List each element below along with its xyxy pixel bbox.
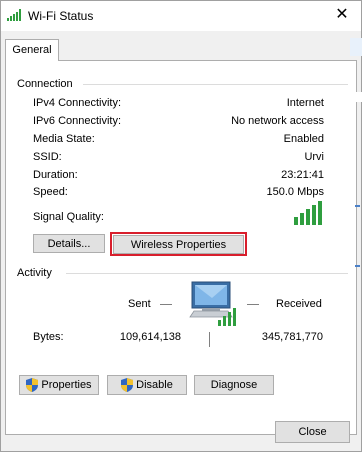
wifi-signal-icon <box>7 9 21 21</box>
speed-label: Speed: <box>33 186 68 198</box>
background-window-fragment <box>355 265 360 267</box>
ipv6-label: IPv6 Connectivity: <box>33 115 122 127</box>
title-bar[interactable]: Wi-Fi Status ✕ <box>1 1 361 31</box>
properties-button[interactable]: Properties <box>19 375 99 395</box>
properties-button-label: Properties <box>41 379 92 391</box>
shield-icon <box>121 378 134 392</box>
ipv4-label: IPv4 Connectivity: <box>33 97 122 109</box>
details-button[interactable]: Details... <box>33 234 105 253</box>
background-window-fragment <box>355 205 360 207</box>
background-window-fragment <box>350 92 362 102</box>
close-button[interactable]: Close <box>275 421 350 443</box>
duration-value: 23:21:41 <box>281 169 324 181</box>
ipv6-value: No network access <box>231 115 324 127</box>
bytes-received-value: 345,781,770 <box>261 331 323 343</box>
activity-divider <box>66 273 348 274</box>
dialog-body: General Connection IPv4 Connectivity: In… <box>1 31 361 451</box>
received-line <box>247 304 259 305</box>
ssid-label: SSID: <box>33 151 62 163</box>
shield-icon <box>26 378 39 392</box>
bytes-label: Bytes: <box>33 331 64 343</box>
connection-divider <box>83 84 348 85</box>
sent-line <box>160 304 172 305</box>
sent-label: Sent <box>128 298 151 310</box>
diagnose-button[interactable]: Diagnose <box>194 375 274 395</box>
background-window-fragment <box>350 38 362 56</box>
connection-heading: Connection <box>17 78 77 90</box>
wireless-properties-button[interactable]: Wireless Properties <box>113 235 244 254</box>
close-icon[interactable]: ✕ <box>331 5 353 25</box>
general-panel: Connection IPv4 Connectivity: Internet I… <box>5 60 357 435</box>
disable-button-label: Disable <box>136 379 173 391</box>
activity-heading: Activity <box>17 267 56 279</box>
wifi-status-window: Wi-Fi Status ✕ General Connection IPv4 C… <box>0 0 362 452</box>
duration-label: Duration: <box>33 169 78 181</box>
signal-quality-icon <box>294 201 322 225</box>
activity-divider-vertical <box>209 332 210 347</box>
network-computer-icon <box>189 281 236 326</box>
window-title: Wi-Fi Status <box>28 9 94 23</box>
speed-value: 150.0 Mbps <box>266 186 324 198</box>
ipv4-value: Internet <box>286 97 324 109</box>
ssid-value: Urvi <box>304 151 324 163</box>
media-state-value: Enabled <box>283 133 324 145</box>
disable-button[interactable]: Disable <box>107 375 187 395</box>
tab-general[interactable]: General <box>5 39 59 61</box>
received-label: Received <box>276 298 322 310</box>
media-state-label: Media State: <box>33 133 95 145</box>
bytes-sent-value: 109,614,138 <box>119 331 181 343</box>
signal-quality-label: Signal Quality: <box>33 211 104 223</box>
